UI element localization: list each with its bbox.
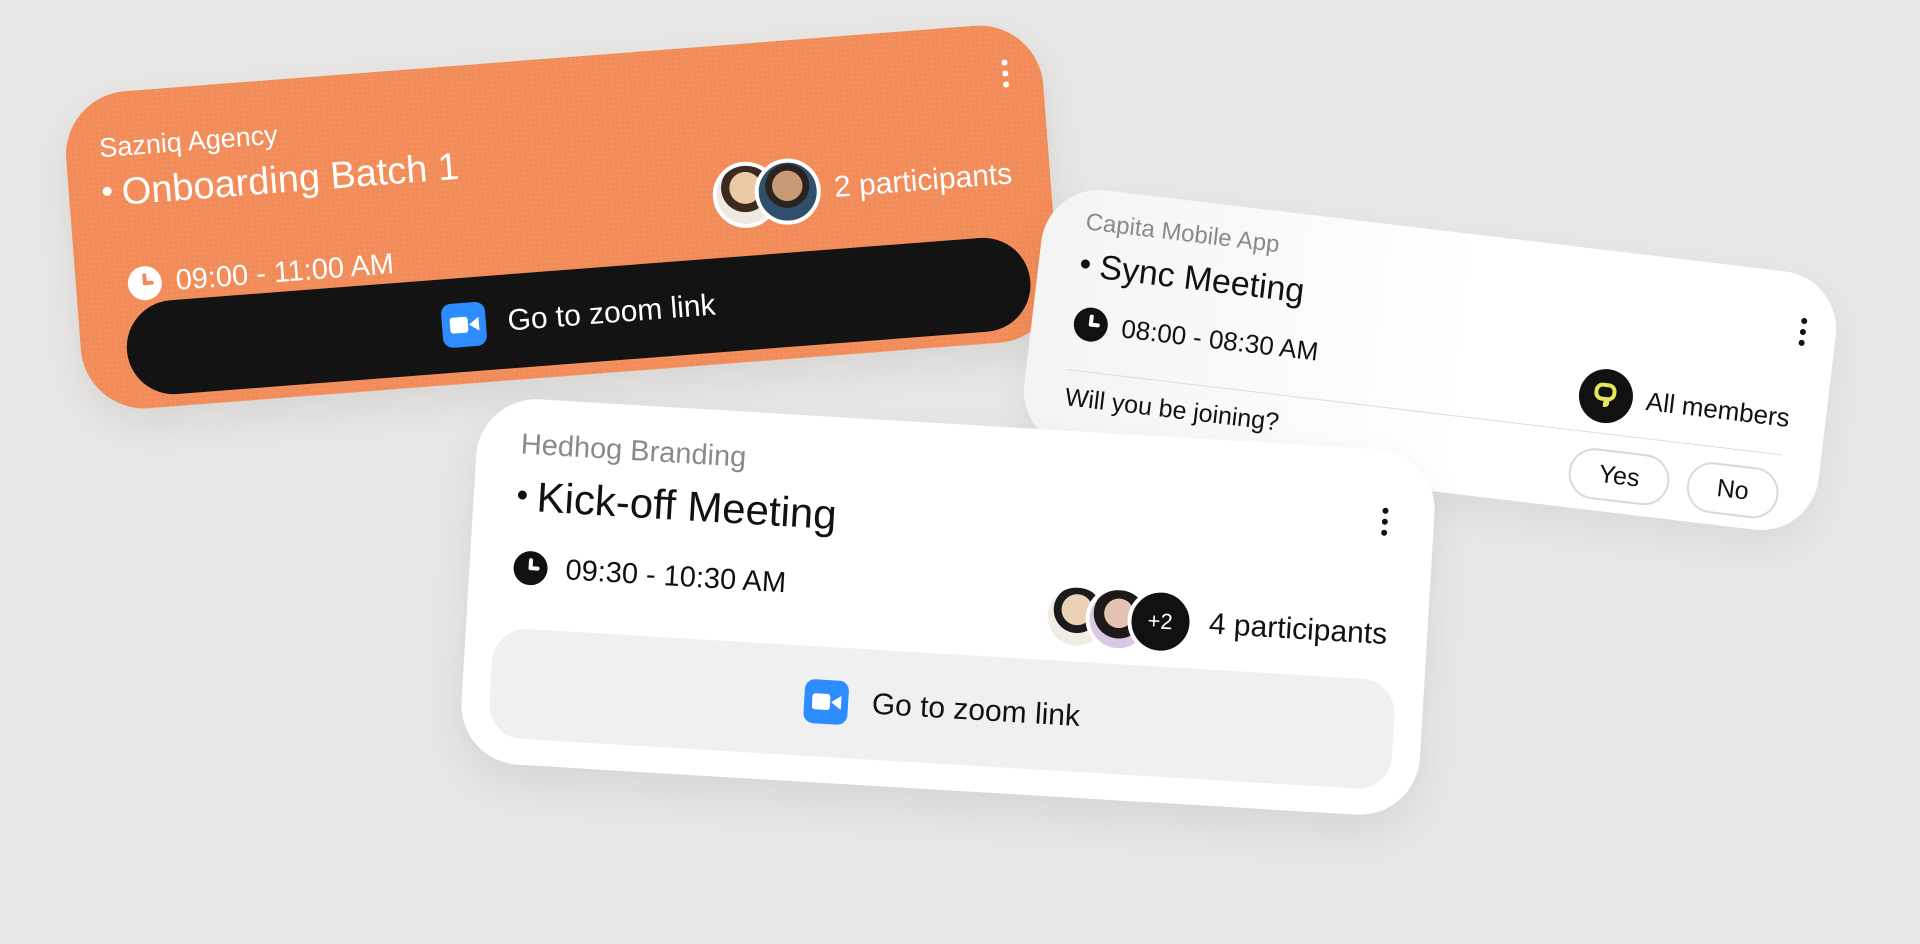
zoom-icon [802, 678, 850, 726]
avatar-stack: +2 [1041, 581, 1195, 657]
no-button[interactable]: No [1684, 459, 1782, 522]
members-label: All members [1644, 385, 1792, 433]
participants-count: 2 participants [832, 157, 1014, 204]
kickoff-meeting-card[interactable]: Hedhog Branding Kick-off Meeting 09:30 -… [457, 395, 1439, 819]
rsvp-buttons: Yes No [1566, 445, 1782, 522]
card-title: Kick-off Meeting [516, 472, 838, 539]
clock-icon [1071, 305, 1110, 344]
bullet-icon [1080, 258, 1091, 269]
more-vertical-icon[interactable] [1798, 317, 1808, 347]
zoom-icon [440, 301, 488, 349]
more-vertical-icon[interactable] [1380, 507, 1389, 536]
zoom-link-label: Go to zoom link [870, 687, 1081, 733]
meeting-time-text: 08:00 - 08:30 AM [1119, 312, 1321, 367]
zoom-link-label: Go to zoom link [506, 288, 717, 338]
meeting-time-text: 09:30 - 10:30 AM [564, 553, 787, 599]
clock-icon [126, 264, 164, 302]
clock-icon [512, 550, 549, 587]
yes-button[interactable]: Yes [1566, 445, 1673, 509]
card-title-text: Kick-off Meeting [535, 473, 839, 539]
meeting-time: 09:30 - 10:30 AM [512, 550, 787, 600]
onboarding-meeting-card[interactable]: Sazniq Agency Onboarding Batch 1 2 parti… [61, 20, 1063, 414]
team-logo-icon [1575, 366, 1636, 427]
bullet-icon [517, 490, 528, 501]
participants-group[interactable]: 2 participants [709, 141, 1015, 231]
more-vertical-icon[interactable] [1001, 59, 1010, 88]
participants-group[interactable]: +2 4 participants [1041, 581, 1389, 668]
meeting-time: 08:00 - 08:30 AM [1071, 305, 1321, 369]
card-organization: Hedhog Branding [519, 428, 748, 474]
participants-count: 4 participants [1208, 607, 1389, 652]
bullet-icon [102, 186, 113, 197]
card-organization: Sazniq Agency [98, 119, 279, 164]
avatar-stack [709, 156, 823, 231]
